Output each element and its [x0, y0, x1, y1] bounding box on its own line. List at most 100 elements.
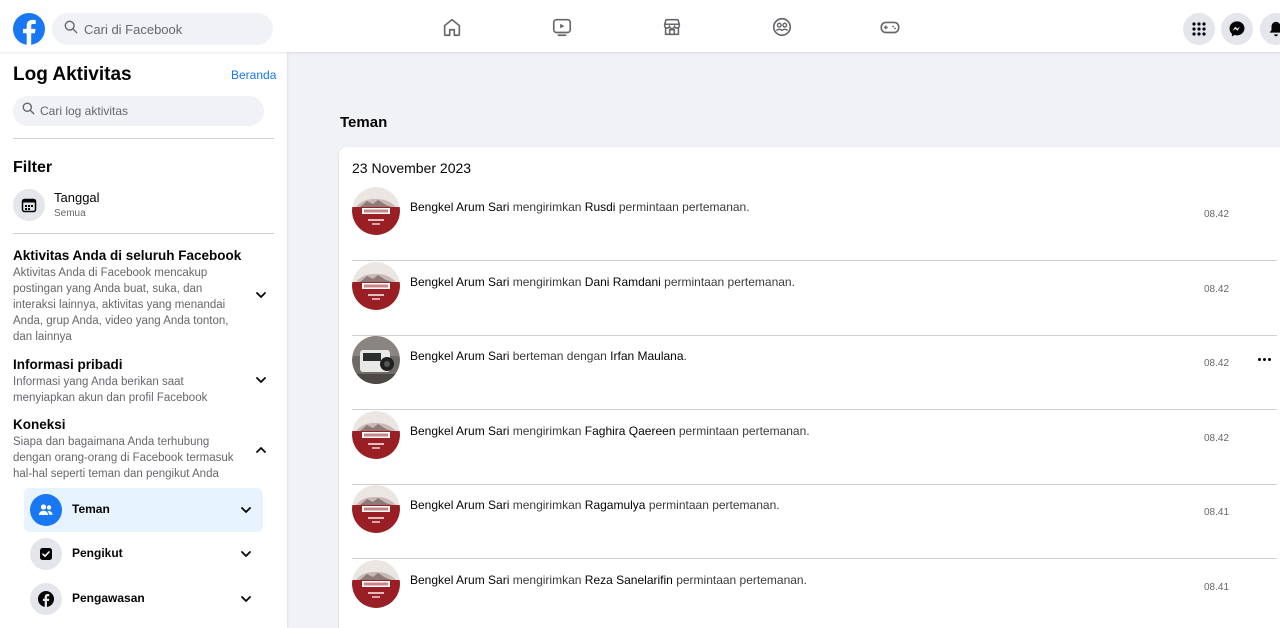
page-avatar[interactable] [352, 485, 400, 533]
activity-text: Bengkel Arum Sari mengirimkan Ragamulya … [410, 498, 780, 512]
chevron-down-icon [241, 551, 251, 557]
activity-suffix: permintaan pertemanan. [648, 498, 780, 512]
sidebar-item-label: Pengikut [72, 546, 123, 560]
activity-row[interactable]: Bengkel Arum Sari mengirimkan Reza Sanel… [352, 559, 1277, 628]
activity-verb: mengirimkan [512, 572, 582, 587]
activity-suffix: permintaan pertemanan. [618, 200, 750, 214]
activity-text: Bengkel Arum Sari mengirimkan Reza Sanel… [410, 573, 807, 587]
activity-suffix: permintaan pertemanan. [664, 274, 795, 289]
activity-row[interactable]: Bengkel Arum Sari berteman dengan Irfan … [352, 336, 1277, 410]
top-navbar [0, 0, 1280, 52]
actor-name[interactable]: Bengkel Arum Sari [410, 349, 509, 363]
menu-grid-icon[interactable] [1183, 13, 1215, 45]
page-title: Log Aktivitas [13, 64, 132, 85]
activity-verb: mengirimkan [512, 498, 582, 512]
activity-time: 08.41 [1204, 581, 1230, 593]
search-icon [64, 20, 78, 39]
profile-avatar[interactable] [352, 336, 400, 384]
activity-time: 08.42 [1204, 432, 1230, 444]
activity-text: Bengkel Arum Sari berteman dengan Irfan … [410, 349, 687, 363]
calendar-icon [13, 189, 45, 221]
section-description: Siapa dan bagaimana Anda terhubung denga… [13, 436, 234, 480]
sidebar-item-label: Pengawasan [72, 591, 145, 605]
sidebar-item-pengikut[interactable]: Pengikut [24, 532, 263, 576]
messenger-icon[interactable] [1221, 13, 1253, 45]
facebook-icon [30, 583, 62, 615]
section-your-activity[interactable]: Aktivitas Anda di seluruh Facebook Aktiv… [13, 247, 274, 345]
activity-verb: mengirimkan [512, 274, 582, 289]
activity-row[interactable]: Bengkel Arum Sari mengirimkan Ragamulya … [352, 485, 1277, 559]
activity-suffix: . [683, 349, 687, 363]
activity-text: Bengkel Arum Sari mengirimkan Faghira Qa… [410, 424, 810, 438]
activity-log-search-input[interactable] [40, 104, 250, 118]
video-icon[interactable] [550, 15, 574, 39]
actor-name[interactable]: Bengkel Arum Sari [410, 573, 509, 587]
activity-log-search[interactable] [13, 96, 264, 126]
activity-text: Bengkel Arum Sari mengirimkan Rusdi perm… [410, 200, 750, 214]
section-title: Koneksi [13, 417, 66, 432]
section-connections[interactable]: Koneksi Siapa dan bagaimana Anda terhubu… [13, 416, 274, 482]
sidebar-item-label: Teman [72, 502, 110, 516]
section-title: Aktivitas Anda di seluruh Facebook [13, 248, 242, 263]
activity-verb: mengirimkan [512, 200, 582, 214]
activity-text: Bengkel Arum Sari mengirimkan Dani Ramda… [410, 275, 795, 289]
activity-date: 23 November 2023 [352, 160, 472, 176]
actor-name[interactable]: Bengkel Arum Sari [410, 275, 509, 289]
groups-icon[interactable] [770, 15, 794, 39]
activity-suffix: permintaan pertemanan. [676, 572, 807, 587]
divider [13, 233, 274, 234]
activity-time: 08.41 [1204, 507, 1230, 518]
page-avatar[interactable] [352, 187, 400, 235]
section-description: Aktivitas Anda di Facebook mencakup post… [13, 267, 229, 343]
date-filter-label: Tanggal [54, 190, 100, 205]
activity-time: 08.42 [1204, 283, 1230, 295]
page-avatar[interactable] [352, 559, 400, 608]
chevron-down-icon [256, 292, 266, 298]
target-name[interactable]: Faghira Qaereen [585, 424, 676, 438]
chevron-down-icon [241, 507, 251, 513]
home-icon[interactable] [440, 15, 464, 39]
target-name[interactable]: Rusdi [585, 200, 616, 214]
date-filter-value: Semua [54, 208, 86, 219]
marketplace-icon[interactable] [660, 15, 684, 39]
page-avatar[interactable] [352, 261, 400, 310]
notifications-icon[interactable] [1260, 13, 1280, 45]
activity-row[interactable]: Bengkel Arum Sari mengirimkan Dani Ramda… [352, 261, 1277, 336]
filter-heading: Filter [13, 159, 53, 176]
divider [13, 138, 274, 139]
actor-name[interactable]: Bengkel Arum Sari [410, 200, 509, 214]
gaming-icon[interactable] [878, 15, 902, 39]
actor-name[interactable]: Bengkel Arum Sari [410, 424, 509, 438]
page-avatar[interactable] [352, 410, 400, 459]
target-name[interactable]: Ragamulya [585, 498, 646, 512]
facebook-search[interactable] [52, 13, 273, 45]
activity-verb: berteman dengan [512, 349, 607, 363]
search-input[interactable] [84, 21, 264, 37]
activity-verb: mengirimkan [512, 423, 582, 438]
chevron-up-icon [256, 447, 266, 453]
search-icon [22, 102, 35, 120]
friends-icon [30, 494, 62, 526]
more-options-icon[interactable] [1254, 352, 1274, 366]
activity-time: 08.42 [1204, 209, 1230, 220]
sidebar-item-pengawasan[interactable]: Pengawasan [24, 577, 263, 621]
sidebar-item-teman[interactable]: Teman [24, 488, 263, 532]
chevron-down-icon [241, 596, 251, 602]
activity-row[interactable]: Bengkel Arum Sari mengirimkan Rusdi perm… [352, 187, 1277, 261]
target-name[interactable]: Dani Ramdani [585, 275, 661, 289]
target-name[interactable]: Reza Sanelarifin [585, 573, 673, 587]
section-personal-info[interactable]: Informasi pribadi Informasi yang Anda be… [13, 356, 274, 406]
target-name[interactable]: Irfan Maulana [610, 349, 683, 363]
activity-log-sidebar: Log Aktivitas Beranda Filter Tanggal Sem… [0, 52, 287, 628]
activity-row[interactable]: Bengkel Arum Sari mengirimkan Faghira Qa… [352, 410, 1277, 485]
home-link[interactable]: Beranda [231, 68, 276, 82]
facebook-logo-icon[interactable] [13, 13, 45, 45]
follower-icon [30, 538, 62, 570]
section-heading: Teman [340, 114, 388, 131]
section-title: Informasi pribadi [13, 357, 123, 372]
actor-name[interactable]: Bengkel Arum Sari [410, 498, 509, 512]
date-filter[interactable]: Tanggal Semua [13, 188, 274, 224]
activity-time: 08.42 [1204, 358, 1230, 369]
section-description: Informasi yang Anda berikan saat menyiap… [13, 376, 208, 404]
chevron-down-icon [256, 377, 266, 383]
